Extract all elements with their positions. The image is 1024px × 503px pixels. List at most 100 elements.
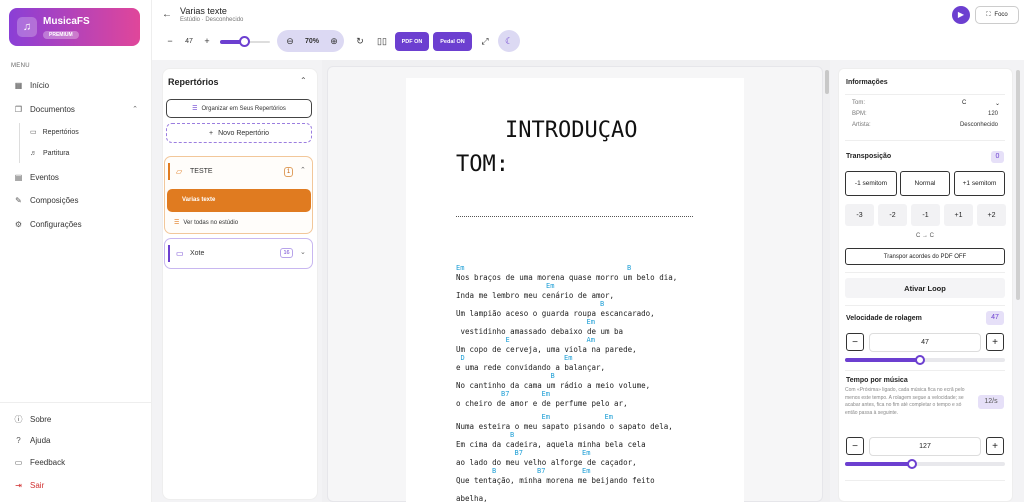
sidebar-item-label: Eventos [30, 172, 59, 182]
divider [845, 480, 1005, 481]
pedal-toggle-button[interactable]: Pedal ON [433, 32, 472, 51]
chord-label: E [505, 336, 510, 344]
sidebar-item-configuracoes[interactable]: ⚙ Configurações [14, 217, 82, 231]
sidebar-item-label: Repertórios [42, 128, 79, 136]
scroll-speed-slider-fill [845, 358, 921, 362]
sidebar-item-documentos[interactable]: ❐ Documentos ⌃ [14, 102, 138, 116]
expand-icon[interactable]: ⤢ [478, 32, 492, 50]
chevron-up-icon[interactable]: ⌃ [300, 76, 307, 85]
dark-mode-icon[interactable]: ☾ [498, 30, 520, 52]
font-decrease-button[interactable]: − [163, 32, 177, 50]
time-input[interactable]: 127 [869, 437, 981, 456]
book-icon[interactable]: ▯▯ [375, 32, 389, 50]
transpose-pdf-chords-button[interactable]: Transpor acordes do PDF OFF [845, 248, 1005, 265]
transpose-step-button[interactable]: -3 [845, 204, 874, 226]
play-button[interactable]: ▶ [952, 6, 970, 24]
pdf-toggle-button[interactable]: PDF ON [395, 32, 429, 51]
list-icon: ☰ [174, 220, 180, 226]
font-increase-button[interactable]: + [200, 32, 214, 50]
document-heading: INTRODUÇAO [505, 118, 638, 143]
chord-label: B7 [537, 467, 546, 475]
premium-badge: PREMIUM [43, 31, 79, 39]
sidebar-item-label: Sobre [30, 414, 52, 424]
transposition-value-badge: 0 [991, 151, 1004, 163]
sidebar-item-repertorios[interactable]: ▭ Repertórios [30, 128, 79, 137]
divider [845, 305, 1005, 306]
loop-button[interactable]: Ativar Loop [845, 278, 1005, 298]
transposition-title: Transposição [846, 153, 892, 160]
chord-label: B7 [514, 449, 523, 457]
sidebar-item-eventos[interactable]: ▤ Eventos [14, 170, 59, 184]
chevron-down-icon[interactable]: ⌄ [300, 248, 306, 256]
sidebar-item-ajuda[interactable]: ? Ajuda [14, 433, 50, 447]
transpose-up-button[interactable]: +1 semitom [954, 171, 1005, 196]
chord-label: Am [586, 336, 595, 344]
new-repertorio-label: Novo Repertório [218, 129, 270, 137]
document-title: Varias texte [180, 6, 227, 16]
sidebar-item-partitura[interactable]: ♬ Partitura [30, 150, 69, 157]
transpose-step-button[interactable]: -2 [878, 204, 907, 226]
back-arrow-icon[interactable]: ← [162, 9, 172, 20]
info-icon: ⓘ [14, 414, 23, 424]
folder-icon: ▭ [30, 129, 37, 136]
time-increase-button[interactable]: + [986, 437, 1004, 455]
transpose-step-button[interactable]: +1 [944, 204, 973, 226]
song-item-selected[interactable]: Varias texte [167, 189, 311, 212]
divider [845, 370, 1005, 371]
lyric-line: Um copo de cerveja, uma viola na parede, [456, 345, 637, 354]
scroll-speed-increase-button[interactable]: + [986, 333, 1004, 351]
font-size-slider-handle[interactable] [238, 36, 250, 47]
reset-icon[interactable]: ↻ [353, 32, 367, 50]
chord-label: Em [604, 413, 613, 421]
chord-label: Em [541, 390, 550, 398]
transposition-result: C → C [916, 233, 934, 239]
info-bpm-value: 120 [987, 111, 998, 117]
organize-repertorios-button[interactable]: ☰ Organizar em Seus Repertórios [166, 99, 312, 118]
see-all-link[interactable]: ☰ Ver todas no estúdio [174, 219, 238, 227]
lyric-line: Um lampião aceso o guarda roupa escancar… [456, 309, 655, 318]
lyric-line: e uma rede convidando a balançar, [456, 363, 606, 372]
lyric-line: Inda me lembro meu cenário de amor, [456, 291, 615, 300]
focus-button[interactable]: ⛶ Foco [975, 6, 1019, 24]
zoom-in-icon[interactable]: ⊕ [327, 32, 341, 50]
scroll-speed-input[interactable]: 47 [869, 333, 981, 352]
right-panel-scrollbar[interactable] [1016, 70, 1020, 300]
viewer-scrollbar[interactable] [825, 70, 829, 94]
new-repertorio-button[interactable]: + Novo Repertório [166, 123, 312, 143]
chat-icon: ▭ [14, 457, 23, 467]
compose-icon: ✎ [15, 195, 22, 205]
sidebar-item-label: Configurações [30, 219, 82, 229]
time-per-song-badge: 12/s [978, 395, 1004, 409]
scroll-speed-decrease-button[interactable]: − [846, 333, 864, 351]
sidebar-item-composicoes[interactable]: ✎ Composições [14, 193, 78, 207]
fullscreen-icon: ⛶ [986, 11, 991, 18]
group-count-badge: 1 [284, 167, 293, 177]
transpose-step-button[interactable]: -1 [911, 204, 940, 226]
plus-icon: + [208, 129, 214, 137]
sidebar-item-label: Feedback [30, 457, 66, 467]
font-size-value: 47 [185, 37, 193, 45]
sidebar-item-label: Início [30, 80, 50, 90]
sidebar-item-label: Ajuda [30, 435, 51, 445]
brand-card[interactable]: ♫ MusicaFS PREMIUM [9, 8, 140, 46]
chevron-up-icon[interactable]: ⌃ [300, 166, 306, 174]
sidebar-item-feedback[interactable]: ▭ Feedback [14, 455, 65, 469]
transpose-step-button[interactable]: +2 [977, 204, 1006, 226]
time-slider-fill [845, 462, 913, 466]
chord-label: B [600, 300, 605, 308]
transpose-down-button[interactable]: -1 semitom [845, 171, 897, 196]
lyric-line: Que tentação, minha morena me beijando f… [456, 476, 655, 485]
scroll-speed-title: Velocidade de rolagem [846, 315, 922, 322]
transpose-normal-button[interactable]: Normal [900, 171, 950, 196]
divider [845, 94, 1005, 95]
chord-label: Em [546, 282, 555, 290]
sidebar-item-label: Composições [30, 195, 79, 205]
time-decrease-button[interactable]: − [846, 437, 864, 455]
sidebar-item-inicio[interactable]: ▦ Início [14, 78, 49, 92]
sidebar-item-sair[interactable]: ⇥ Sair [14, 478, 44, 492]
zoom-out-icon[interactable]: ⊖ [283, 32, 297, 50]
sidebar-item-sobre[interactable]: ⓘ Sobre [14, 412, 52, 426]
key-select[interactable]: C ⌄ [962, 97, 1000, 109]
menu-label: MENU [11, 63, 30, 69]
lyric-line: Em cima da cadeira, aquela minha bela ce… [456, 440, 646, 449]
